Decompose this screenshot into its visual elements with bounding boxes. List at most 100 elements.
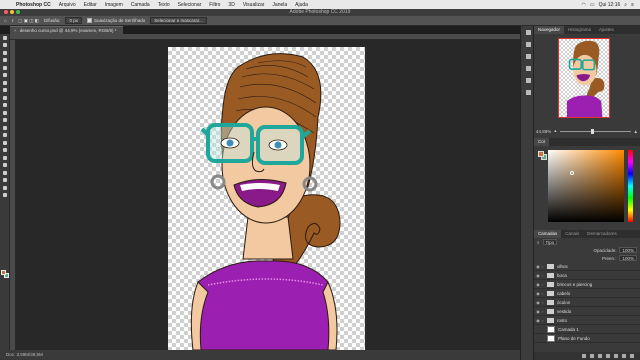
menu-imagem[interactable]: Imagem [101,2,127,8]
adjustment-layer-icon[interactable] [606,354,610,358]
swatches-panel-icon[interactable] [521,62,535,74]
document-canvas[interactable] [168,47,365,350]
marquee-tool-icon[interactable] [0,42,10,50]
layer-row[interactable]: ◉ › óculos [534,298,640,307]
pen-tool-icon[interactable] [0,147,10,155]
list-icon[interactable]: ≡ [631,2,634,8]
lasso-tool-icon[interactable]: ℓ [12,18,13,23]
history-brush-tool-icon[interactable] [0,109,10,117]
new-layer-icon[interactable] [622,354,626,358]
zoom-slider[interactable] [559,128,631,134]
visibility-icon[interactable]: ◉ [534,282,542,287]
type-tool-icon[interactable] [0,154,10,162]
blur-tool-icon[interactable] [0,132,10,140]
tab-canais[interactable]: Canais [561,230,583,238]
minimize-window-icon[interactable] [10,10,14,14]
frame-tool-icon[interactable] [0,72,10,80]
menu-ajuda[interactable]: Ajuda [291,2,312,8]
move-tool-icon[interactable] [0,34,10,42]
document-tab[interactable]: × desenho curso.psd @ 44,9% (exames, RGB/… [10,26,123,34]
fill-input[interactable]: 100% [619,255,637,261]
menu-visualizar[interactable]: Visualizar [239,2,269,8]
menu-editar[interactable]: Editar [80,2,101,8]
menu-filtro[interactable]: Filtro [205,2,224,8]
properties-panel-icon[interactable] [521,38,535,50]
foreground-color-swatch[interactable] [1,270,6,275]
gradient-tool-icon[interactable] [0,124,10,132]
tab-navegador[interactable]: Navegador [534,26,565,34]
history-panel-icon[interactable] [521,26,535,38]
zoom-window-icon[interactable] [16,10,20,14]
more-tools-icon[interactable] [0,192,10,200]
visibility-icon[interactable]: ◉ [534,309,542,314]
tab-camadas[interactable]: Camadas [534,230,562,238]
link-layers-icon[interactable] [582,354,586,358]
color-fg-swatch[interactable] [538,151,544,157]
layer-row[interactable]: ◉ › brincos e piercing [534,280,640,289]
menu-camada[interactable]: Camada [127,2,154,8]
select-and-mask-button[interactable]: Selecionar e mascarar... [150,17,207,24]
menu-texto[interactable]: Texto [154,2,174,8]
hue-slider[interactable] [628,150,633,222]
path-selection-tool-icon[interactable] [0,162,10,170]
color-picker-field[interactable] [548,150,624,222]
zoom-readout[interactable]: 44,88% [536,129,551,134]
feather-input[interactable]: 0 px [65,17,82,24]
menu-selecionar[interactable]: Selecionar [174,2,206,8]
character-panel-icon[interactable] [521,74,535,86]
close-window-icon[interactable] [4,10,8,14]
shape-tool-icon[interactable] [0,169,10,177]
menu-app-name[interactable]: Photoshop CC [12,2,55,8]
brush-tool-icon[interactable] [0,94,10,102]
menu-3d[interactable]: 3D [224,2,238,8]
tab-cor[interactable]: Cor [534,138,550,146]
zoom-slider-knob[interactable] [591,128,595,134]
layer-row[interactable]: ◉ › cabelo [534,289,640,298]
hand-tool-icon[interactable] [0,177,10,185]
menu-arquivo[interactable]: Arquivo [55,2,80,8]
navigator-preview[interactable] [558,38,610,118]
battery-icon[interactable]: ▭ [590,2,595,8]
wifi-icon[interactable]: ◠ [581,2,585,8]
quick-selection-tool-icon[interactable] [0,57,10,65]
visibility-icon[interactable]: ◉ [534,291,542,296]
paragraph-panel-icon[interactable] [521,86,535,98]
lasso-tool-icon[interactable] [0,49,10,57]
antialias-checkbox[interactable]: Suavização de Serrilhado [86,18,145,24]
opacity-input[interactable]: 100% [619,247,637,253]
zoom-in-icon[interactable]: ▲ [634,129,638,134]
zoom-out-icon[interactable]: ▴ [554,128,556,134]
tab-demarcadores[interactable]: Demarcadores [583,230,621,238]
layer-row[interactable]: Plano de Fundo [534,334,640,343]
color-picker-handle[interactable] [570,171,574,175]
menu-janela[interactable]: Janela [268,2,291,8]
visibility-icon[interactable]: ◉ [534,300,542,305]
search-icon[interactable]: ⌕ [624,2,627,8]
tab-ajustes[interactable]: Ajustes [595,26,618,34]
layer-row[interactable]: ◉ › vestido [534,307,640,316]
trash-icon[interactable] [630,354,634,358]
eyedropper-tool-icon[interactable] [0,79,10,87]
visibility-icon[interactable]: ◉ [534,318,542,323]
brush-panel-icon[interactable] [521,50,535,62]
close-tab-icon[interactable]: × [14,28,17,33]
layer-row[interactable]: ◉ › olhos [534,262,640,271]
zoom-tool-icon[interactable] [0,184,10,192]
fx-icon[interactable] [590,354,594,358]
crop-tool-icon[interactable] [0,64,10,72]
visibility-icon[interactable]: ◉ [534,264,542,269]
new-group-icon[interactable] [614,354,618,358]
healing-brush-tool-icon[interactable] [0,87,10,95]
selection-mode-icons[interactable]: ▢ ▣ ◫ ◧ [18,18,39,24]
menubar-clock[interactable]: Qui 12:16 [599,2,621,8]
layer-row[interactable]: Camada 1 [534,325,640,334]
layer-row[interactable]: ◉ › rosto [534,316,640,325]
tab-histograma[interactable]: Histograma [564,26,595,34]
doc-size-readout[interactable]: Doc: 3,59M/39,5M [6,352,43,357]
visibility-icon[interactable]: ◉ [534,273,542,278]
dodge-tool-icon[interactable] [0,139,10,147]
home-icon[interactable]: ⌂ [4,18,7,23]
layer-row[interactable]: ◉ › boca [534,271,640,280]
eraser-tool-icon[interactable] [0,117,10,125]
layer-kind-select[interactable]: Tipo [542,239,558,245]
